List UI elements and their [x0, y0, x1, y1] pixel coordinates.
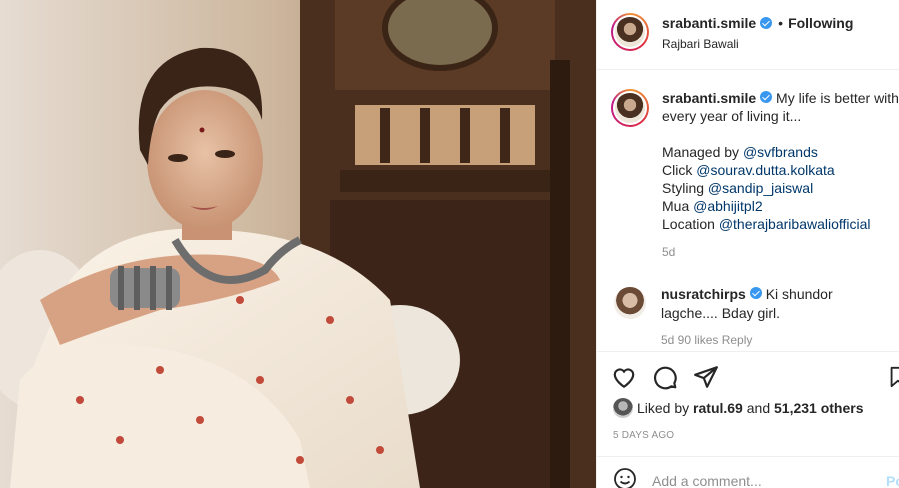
- comment-input[interactable]: Add a comment...: [652, 473, 762, 488]
- caption-line-mua: Mua @abhijitpl2: [662, 197, 899, 215]
- liker-avatar[interactable]: [613, 398, 633, 418]
- post-photo[interactable]: [0, 0, 596, 488]
- smile-icon[interactable]: [613, 467, 637, 488]
- location-link[interactable]: Rajbari Bawali: [662, 37, 853, 51]
- comments-section[interactable]: srabanti.smile My life is better with ev…: [597, 71, 899, 351]
- post-side-panel: srabanti.smile • Following Rajbari Bawal…: [596, 0, 899, 488]
- post-comment-button[interactable]: Po: [886, 473, 899, 488]
- caption-line-location: Location @therajbaribawaliofficial: [662, 215, 899, 233]
- comment-item: nusratchirps Ki shundor lagche.... Bday …: [597, 261, 899, 350]
- action-bar: [597, 351, 899, 391]
- add-comment-bar: Add a comment... Po: [597, 456, 899, 488]
- header-user-row: srabanti.smile • Following: [662, 15, 853, 31]
- likes-summary: Liked by ratul.69 and 51,231 others: [613, 398, 864, 418]
- caption-line-styling: Styling @sandip_jaiswal: [662, 179, 899, 197]
- instagram-post: srabanti.smile • Following Rajbari Bawal…: [0, 0, 899, 488]
- following-button[interactable]: Following: [788, 15, 853, 31]
- mention-link[interactable]: @svfbrands: [743, 144, 818, 160]
- caption-avatar[interactable]: [611, 89, 649, 127]
- comment-body: nusratchirps Ki shundor lagche.... Bday …: [661, 285, 871, 350]
- comment-avatar[interactable]: [614, 287, 646, 319]
- verified-icon: [760, 17, 773, 29]
- post-date[interactable]: 5 DAYS AGO: [613, 430, 674, 441]
- post-header: srabanti.smile • Following Rajbari Bawal…: [597, 0, 899, 70]
- caption-line-label: Location: [662, 216, 719, 232]
- mention-link[interactable]: @sourav.dutta.kolkata: [696, 162, 834, 178]
- caption-line-label: Styling: [662, 180, 708, 196]
- mention-link[interactable]: @abhijitpl2: [693, 198, 762, 214]
- caption-body: srabanti.smile My life is better with ev…: [662, 89, 899, 261]
- caption-line-label: Mua: [662, 198, 694, 214]
- caption-line-managed: Managed by @svfbrands: [662, 143, 899, 161]
- comment-username[interactable]: nusratchirps: [661, 286, 746, 302]
- caption-time[interactable]: 5d: [662, 243, 899, 261]
- header-text: srabanti.smile • Following Rajbari Bawal…: [662, 13, 853, 51]
- avatar-image: [613, 91, 647, 125]
- likes-middle: and: [746, 400, 771, 416]
- separator-dot: •: [778, 15, 784, 31]
- comment-icon[interactable]: [652, 364, 678, 390]
- caption-username[interactable]: srabanti.smile: [662, 90, 756, 106]
- caption: srabanti.smile My life is better with ev…: [597, 71, 899, 261]
- post-image: [0, 0, 596, 488]
- verified-icon: [760, 91, 773, 103]
- mention-link[interactable]: @sandip_jaiswal: [708, 180, 813, 196]
- header-avatar[interactable]: [611, 13, 649, 51]
- caption-line-click: Click @sourav.dutta.kolkata: [662, 161, 899, 179]
- liker-username[interactable]: ratul.69: [693, 400, 743, 416]
- avatar-image: [613, 15, 647, 49]
- caption-line-label: Click: [662, 162, 697, 178]
- likes-prefix: Liked by: [637, 400, 690, 416]
- mention-link[interactable]: @therajbaribawaliofficial: [719, 216, 871, 232]
- heart-icon[interactable]: [611, 364, 637, 390]
- comment-meta[interactable]: 5d 90 likes Reply: [661, 331, 871, 350]
- bookmark-icon[interactable]: [887, 364, 899, 390]
- caption-line-label: Managed by: [662, 144, 743, 160]
- share-icon[interactable]: [693, 364, 719, 390]
- likes-count[interactable]: 51,231 others: [774, 400, 864, 416]
- header-username[interactable]: srabanti.smile: [662, 15, 756, 31]
- verified-icon: [749, 287, 762, 299]
